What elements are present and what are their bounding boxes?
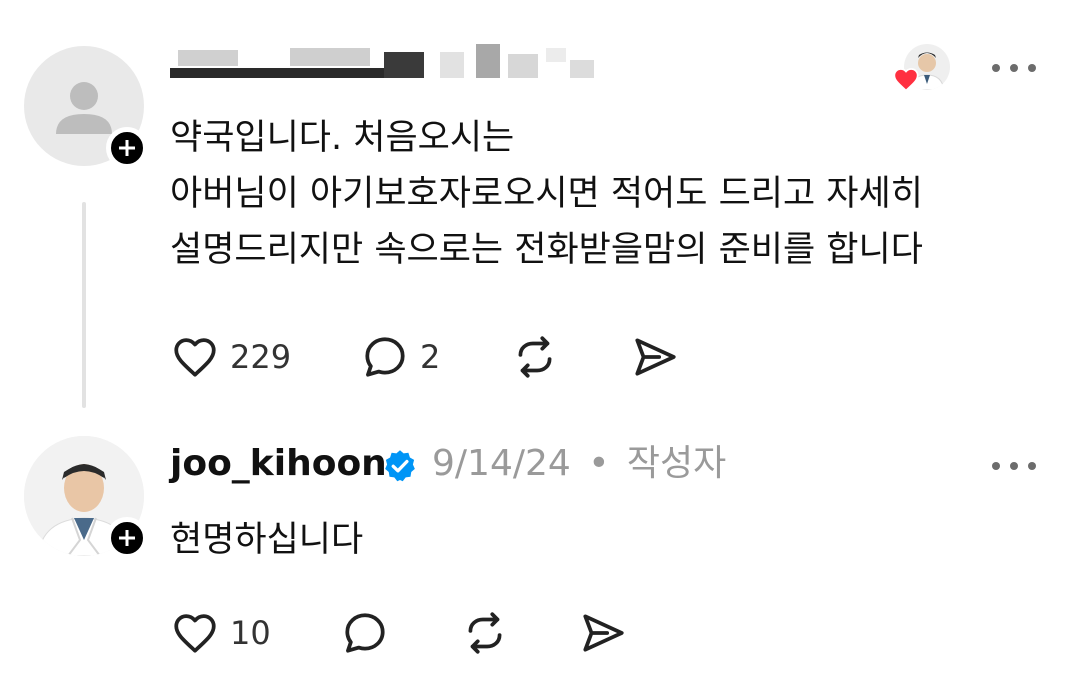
comment-icon bbox=[345, 613, 385, 653]
like-count: 229 bbox=[230, 338, 292, 376]
heart-outline-icon bbox=[174, 338, 216, 377]
more-options-button[interactable] bbox=[992, 62, 1036, 74]
share-button[interactable] bbox=[578, 608, 628, 658]
like-button[interactable]: 229 bbox=[170, 332, 291, 382]
follow-button[interactable] bbox=[106, 517, 148, 559]
comment-icon bbox=[365, 337, 405, 377]
username-redacted[interactable] bbox=[170, 44, 600, 80]
share-icon bbox=[635, 338, 676, 376]
reply-post-1: 약국입니다. 처음오시는 아버님이 아기보호자로오시면 적어도 드리고 자세히 … bbox=[0, 0, 1080, 420]
liked-by-author[interactable] bbox=[892, 44, 952, 94]
like-count: 10 bbox=[230, 614, 271, 652]
plus-icon bbox=[119, 140, 135, 156]
share-button[interactable] bbox=[630, 332, 680, 382]
more-options-button[interactable] bbox=[992, 460, 1036, 472]
heart-outline-icon bbox=[174, 614, 216, 653]
reply-post-2: joo_kihoon 9/14/24 • 작성자 현명하십니다 10 bbox=[0, 420, 1080, 692]
repost-icon bbox=[518, 336, 552, 378]
plus-icon bbox=[119, 530, 135, 546]
meta-separator: • bbox=[588, 443, 610, 484]
more-icon bbox=[992, 64, 1000, 72]
post-meta: 9/14/24 • 작성자 bbox=[432, 442, 726, 486]
more-icon bbox=[992, 462, 1000, 470]
share-icon bbox=[583, 614, 624, 652]
repost-button[interactable] bbox=[460, 608, 510, 658]
repost-icon bbox=[468, 612, 502, 654]
username[interactable]: joo_kihoon bbox=[170, 442, 387, 486]
author-label: 작성자 bbox=[626, 443, 727, 484]
follow-button[interactable] bbox=[106, 127, 148, 169]
post-body: 현명하십니다 bbox=[170, 520, 364, 560]
post-date: 9/14/24 bbox=[432, 443, 571, 484]
post-body: 약국입니다. 처음오시는 아버님이 아기보호자로오시면 적어도 드리고 자세히 … bbox=[170, 118, 923, 270]
repost-button[interactable] bbox=[510, 332, 560, 382]
heart-icon bbox=[893, 68, 919, 92]
thread-line bbox=[82, 202, 86, 408]
reply-button[interactable]: 2 bbox=[360, 332, 440, 382]
verified-badge-icon bbox=[385, 450, 415, 482]
reply-button[interactable] bbox=[340, 608, 390, 658]
reply-count: 2 bbox=[420, 338, 441, 376]
like-button[interactable]: 10 bbox=[170, 608, 271, 658]
